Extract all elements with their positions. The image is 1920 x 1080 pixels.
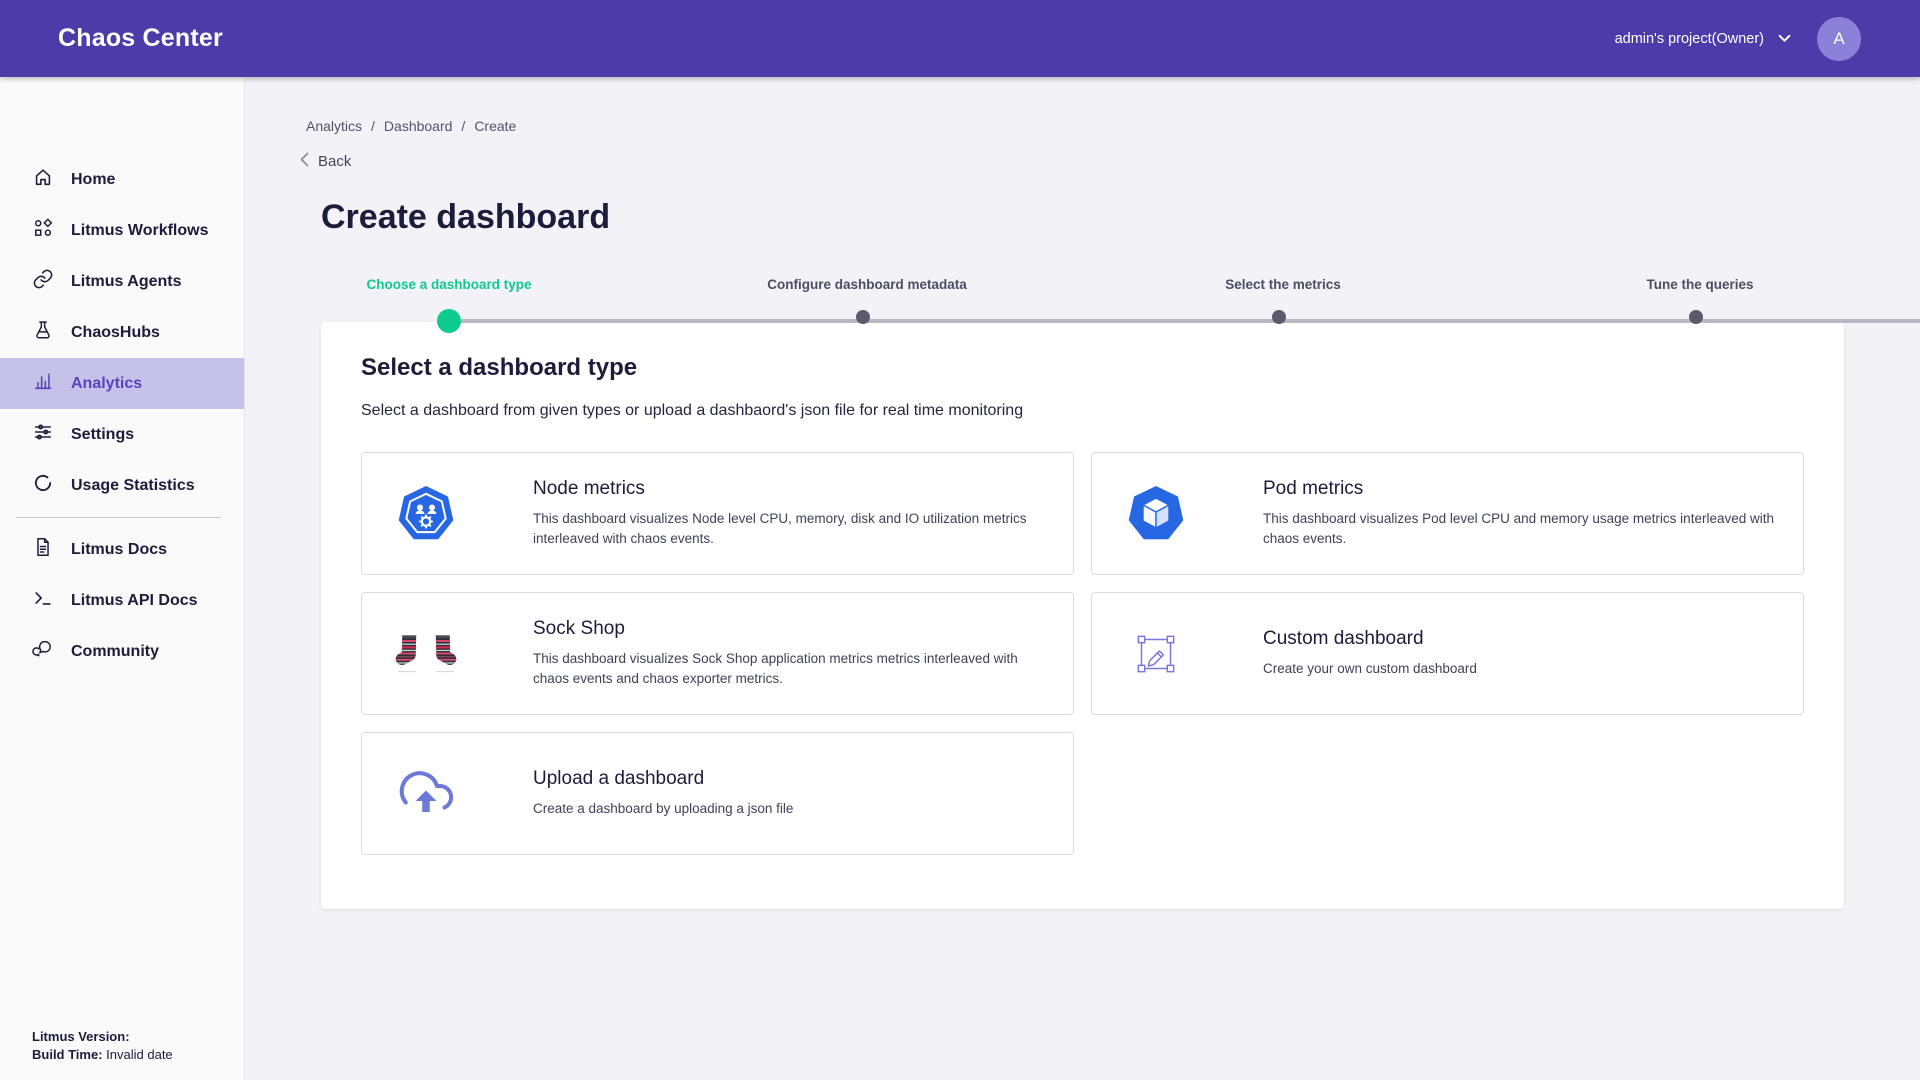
card-title: Sock Shop xyxy=(533,618,1049,640)
sidebar-item-label: Litmus Workflows xyxy=(71,222,209,240)
step-label-tune-queries: Tune the queries xyxy=(1646,277,1753,292)
card-title: Pod metrics xyxy=(1263,478,1779,500)
card-sock-shop[interactable]: Sock Shop This dashboard visualizes Sock… xyxy=(361,592,1074,715)
sidebar-footer: Litmus Version: Build Time: Invalid date xyxy=(32,1028,173,1064)
chaos-center-app: Chaos Center admin's project(Owner) A Ho… xyxy=(0,0,1920,1080)
chevron-down-icon xyxy=(1778,31,1791,47)
sock-shop-icon xyxy=(394,625,458,683)
breadcrumb-dashboard[interactable]: Dashboard xyxy=(384,118,453,134)
chevron-left-icon xyxy=(300,152,309,171)
sidebar-item-community[interactable]: Community xyxy=(0,626,244,677)
sidebar: Home Litmus Workflows Litmus Agents Chao… xyxy=(0,77,245,1080)
card-title: Custom dashboard xyxy=(1263,628,1477,650)
card-pod-metrics[interactable]: Pod metrics This dashboard visualizes Po… xyxy=(1091,452,1804,575)
custom-dashboard-icon xyxy=(1124,625,1188,683)
sidebar-item-chaoshubs[interactable]: ChaosHubs xyxy=(0,307,244,358)
project-switcher[interactable]: admin's project(Owner) xyxy=(1615,31,1791,47)
select-dashboard-panel: Select a dashboard type Select a dashboa… xyxy=(321,322,1844,909)
document-icon xyxy=(32,536,54,563)
breadcrumb-create: Create xyxy=(474,118,516,134)
card-description: This dashboard visualizes Node level CPU… xyxy=(533,509,1049,548)
top-header: Chaos Center admin's project(Owner) A xyxy=(0,0,1920,77)
bar-chart-icon xyxy=(32,370,54,397)
node-metrics-icon xyxy=(394,482,458,546)
breadcrumb: Analytics / Dashboard / Create xyxy=(306,118,516,134)
project-label: admin's project(Owner) xyxy=(1615,31,1764,47)
step-label-choose-type: Choose a dashboard type xyxy=(366,277,531,292)
back-label: Back xyxy=(318,153,351,170)
workflows-icon xyxy=(32,217,54,244)
breadcrumb-separator: / xyxy=(461,118,465,134)
breadcrumb-separator: / xyxy=(371,118,375,134)
step-dot-active xyxy=(437,309,461,333)
card-node-metrics[interactable]: Node metrics This dashboard visualizes N… xyxy=(361,452,1074,575)
sidebar-item-label: Settings xyxy=(71,426,134,444)
sidebar-item-litmus-api-docs[interactable]: Litmus API Docs xyxy=(0,575,244,626)
sidebar-item-label: Litmus Agents xyxy=(71,273,182,291)
flask-icon xyxy=(32,319,54,346)
sidebar-item-usage-statistics[interactable]: Usage Statistics xyxy=(0,460,244,511)
upload-cloud-icon xyxy=(394,764,458,824)
sidebar-item-label: Community xyxy=(71,643,159,661)
dashboard-type-grid: Node metrics This dashboard visualizes N… xyxy=(361,452,1804,855)
sidebar-item-label: Usage Statistics xyxy=(71,477,195,495)
card-description: Create a dashboard by uploading a json f… xyxy=(533,799,793,819)
card-description: This dashboard visualizes Pod level CPU … xyxy=(1263,509,1779,548)
sidebar-item-label: Analytics xyxy=(71,375,142,393)
panel-subheading: Select a dashboard from given types or u… xyxy=(361,402,1804,420)
loader-circle-icon xyxy=(32,472,54,499)
page-title: Create dashboard xyxy=(321,198,610,237)
step-dot-pending xyxy=(1272,310,1286,324)
back-button[interactable]: Back xyxy=(300,152,351,171)
step-label-select-metrics: Select the metrics xyxy=(1225,277,1341,292)
link-icon xyxy=(32,268,54,295)
card-title: Upload a dashboard xyxy=(533,768,793,790)
sidebar-item-label: Litmus Docs xyxy=(71,541,167,559)
build-time-label: Build Time: xyxy=(32,1047,103,1062)
app-title: Chaos Center xyxy=(58,24,223,53)
step-label-configure-metadata: Configure dashboard metadata xyxy=(767,277,967,292)
sidebar-item-settings[interactable]: Settings xyxy=(0,409,244,460)
avatar[interactable]: A xyxy=(1817,17,1861,61)
build-time-value: Invalid date xyxy=(106,1047,173,1062)
sidebar-item-analytics[interactable]: Analytics xyxy=(0,358,244,409)
panel-heading: Select a dashboard type xyxy=(361,354,1804,382)
card-title: Node metrics xyxy=(533,478,1049,500)
sidebar-item-home[interactable]: Home xyxy=(0,154,244,205)
sidebar-item-label: Litmus API Docs xyxy=(71,592,198,610)
card-description: This dashboard visualizes Sock Shop appl… xyxy=(533,649,1049,688)
sliders-icon xyxy=(32,421,54,448)
terminal-icon xyxy=(32,587,54,614)
home-icon xyxy=(32,166,54,193)
sidebar-item-litmus-agents[interactable]: Litmus Agents xyxy=(0,256,244,307)
step-dot-pending xyxy=(1689,310,1703,324)
chat-bubbles-icon xyxy=(32,638,54,665)
sidebar-divider xyxy=(16,517,221,518)
card-description: Create your own custom dashboard xyxy=(1263,659,1477,679)
step-dot-pending xyxy=(856,310,870,324)
sidebar-item-label: Home xyxy=(71,171,115,189)
card-upload-dashboard[interactable]: Upload a dashboard Create a dashboard by… xyxy=(361,732,1074,855)
pod-metrics-icon xyxy=(1124,482,1188,546)
card-custom-dashboard[interactable]: Custom dashboard Create your own custom … xyxy=(1091,592,1804,715)
breadcrumb-analytics[interactable]: Analytics xyxy=(306,118,362,134)
litmus-version-label: Litmus Version: xyxy=(32,1029,130,1044)
sidebar-item-litmus-docs[interactable]: Litmus Docs xyxy=(0,524,244,575)
sidebar-item-litmus-workflows[interactable]: Litmus Workflows xyxy=(0,205,244,256)
sidebar-item-label: ChaosHubs xyxy=(71,324,160,342)
